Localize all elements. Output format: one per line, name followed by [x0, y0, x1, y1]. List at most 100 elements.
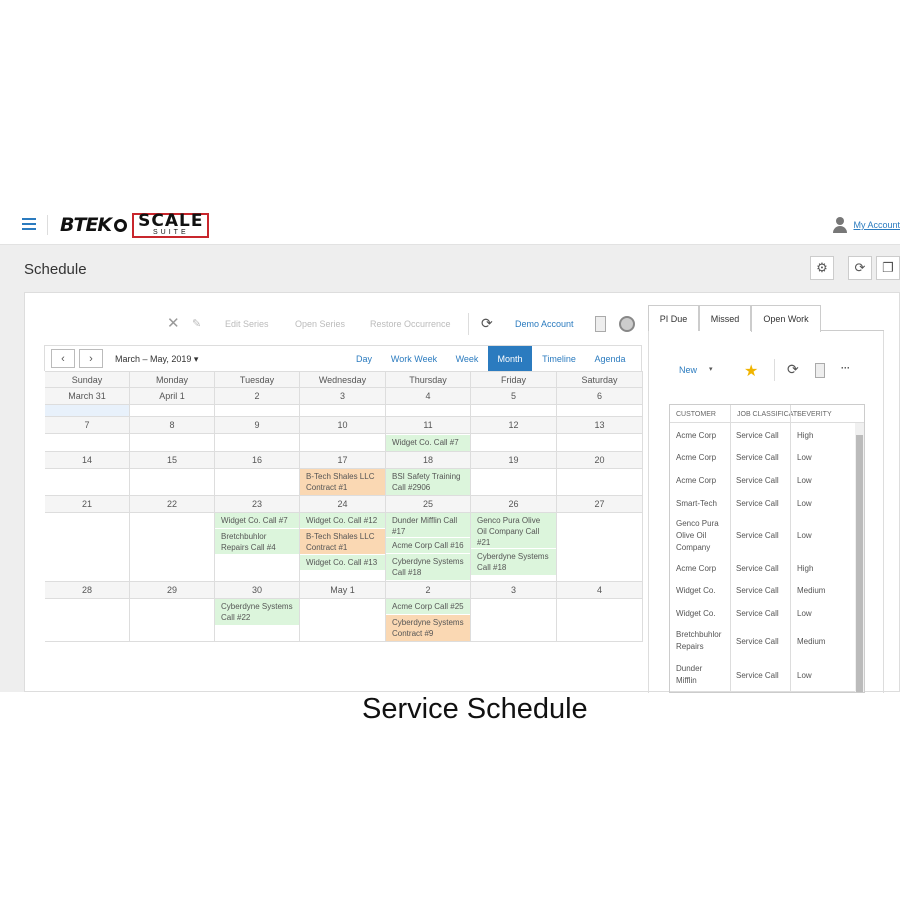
next-button[interactable]: › — [79, 349, 103, 368]
day-cell[interactable] — [557, 434, 643, 452]
calendar-event[interactable]: Acme Corp Call #16 — [386, 538, 470, 553]
view-work-week[interactable]: Work Week — [383, 346, 445, 371]
day-cell[interactable] — [130, 405, 215, 417]
day-number[interactable]: May 1 — [300, 582, 386, 599]
pencil-icon[interactable]: ✎ — [192, 317, 201, 330]
calendar-event[interactable]: Widget Co. Call #13 — [300, 555, 385, 570]
hamburger-menu-icon[interactable] — [22, 218, 36, 230]
calendar-event[interactable]: Cyberdyne Systems Call #18 — [386, 554, 470, 580]
day-cell[interactable] — [215, 469, 300, 496]
calendar-event[interactable]: Dunder Mifflin Call #17 — [386, 513, 470, 537]
day-number[interactable]: 2 — [215, 388, 300, 405]
popout-button[interactable]: ❐ — [876, 256, 900, 280]
day-number[interactable]: 9 — [215, 417, 300, 434]
new-button[interactable]: New — [679, 365, 697, 375]
day-number[interactable]: 10 — [300, 417, 386, 434]
day-number[interactable]: 21 — [45, 496, 130, 513]
date-range-picker[interactable]: March – May, 2019 ▾ — [115, 354, 198, 365]
open-series-button[interactable]: Open Series — [295, 319, 345, 329]
day-number[interactable]: 28 — [45, 582, 130, 599]
day-cell[interactable] — [300, 434, 386, 452]
more-icon[interactable]: ··· — [841, 363, 850, 373]
app-logo[interactable]: BTEK SCALE SUITE — [60, 212, 210, 238]
document-icon[interactable] — [595, 316, 606, 332]
day-number[interactable]: 22 — [130, 496, 215, 513]
refresh-icon[interactable]: ⟳ — [787, 361, 799, 378]
settings-button[interactable]: ⚙ — [810, 256, 834, 280]
day-number[interactable]: 29 — [130, 582, 215, 599]
day-number[interactable]: 11 — [386, 417, 471, 434]
day-number[interactable]: 26 — [471, 496, 557, 513]
table-row[interactable]: Acme Corp Service Call High — [670, 425, 854, 447]
tab-open-work[interactable]: Open Work — [751, 305, 821, 332]
refresh-icon[interactable]: ⟳ — [481, 315, 493, 332]
view-day[interactable]: Day — [347, 346, 381, 371]
day-number[interactable]: 4 — [557, 582, 643, 599]
day-number[interactable]: 8 — [130, 417, 215, 434]
day-number[interactable]: 30 — [215, 582, 300, 599]
calendar-event[interactable]: Widget Co. Call #7 — [215, 513, 299, 528]
day-cell[interactable] — [45, 599, 130, 642]
star-icon[interactable]: ★ — [744, 361, 758, 381]
demo-account-link[interactable]: Demo Account — [515, 319, 574, 329]
view-agenda[interactable]: Agenda — [585, 346, 635, 371]
day-cell[interactable] — [471, 599, 557, 642]
table-row[interactable]: Acme Corp Service Call High — [670, 558, 854, 580]
view-timeline[interactable]: Timeline — [535, 346, 583, 371]
globe-icon[interactable] — [619, 316, 635, 332]
day-number[interactable]: 20 — [557, 452, 643, 469]
calendar-event[interactable]: BSI Safety Training Call #2906 — [386, 469, 470, 495]
edit-series-button[interactable]: Edit Series — [225, 319, 269, 329]
day-cell[interactable] — [557, 405, 643, 417]
calendar-event[interactable]: Cyberdyne Systems Call #22 — [215, 599, 299, 625]
day-cell[interactable] — [471, 434, 557, 452]
calendar-event[interactable]: Acme Corp Call #25 — [386, 599, 470, 614]
day-cell[interactable] — [130, 469, 215, 496]
table-row[interactable]: Dunder Mifflin Service Call Low — [670, 659, 854, 692]
day-cell-selected[interactable] — [45, 405, 130, 417]
restore-occurrence-button[interactable]: Restore Occurrence — [370, 319, 451, 329]
day-number[interactable]: 7 — [45, 417, 130, 434]
calendar-event[interactable]: B-Tech Shales LLC Contract #1 — [300, 469, 385, 495]
day-number[interactable]: 3 — [471, 582, 557, 599]
day-number[interactable]: 13 — [557, 417, 643, 434]
column-header[interactable]: SEVERITY — [797, 411, 832, 418]
day-number[interactable]: 19 — [471, 452, 557, 469]
table-row[interactable]: Genco Pura Olive Oil Company Service Cal… — [670, 514, 854, 558]
day-number[interactable]: 27 — [557, 496, 643, 513]
day-number[interactable]: 5 — [471, 388, 557, 405]
day-cell[interactable] — [557, 599, 643, 642]
caret-down-icon[interactable]: ▾ — [709, 365, 713, 373]
view-week[interactable]: Week — [447, 346, 487, 371]
day-number[interactable]: 4 — [386, 388, 471, 405]
day-cell[interactable] — [130, 599, 215, 642]
calendar-event[interactable]: Cyberdyne Systems Contract #9 — [386, 615, 470, 641]
my-account-link[interactable]: My Account — [853, 220, 900, 230]
prev-button[interactable]: ‹ — [51, 349, 75, 368]
calendar-event[interactable]: Bretchbuhlor Repairs Call #4 — [215, 529, 299, 554]
refresh-page-button[interactable]: ⟳ — [848, 256, 872, 280]
column-header[interactable]: CUSTOMER — [676, 411, 716, 418]
view-month[interactable]: Month — [488, 346, 532, 371]
document-icon[interactable] — [815, 363, 825, 378]
scrollbar-thumb[interactable] — [856, 435, 863, 692]
tab-pi-due[interactable]: PI Due — [648, 305, 699, 331]
day-cell[interactable] — [45, 469, 130, 496]
table-row[interactable]: Acme Corp Service Call Low — [670, 469, 854, 492]
day-number[interactable]: 12 — [471, 417, 557, 434]
day-number[interactable]: 24 — [300, 496, 386, 513]
user-menu[interactable]: My Account — [833, 217, 900, 233]
day-cell[interactable] — [386, 405, 471, 417]
day-cell[interactable] — [471, 405, 557, 417]
day-number[interactable]: April 1 — [130, 388, 215, 405]
day-number[interactable]: 6 — [557, 388, 643, 405]
day-number[interactable]: 18 — [386, 452, 471, 469]
scrollbar[interactable] — [855, 423, 864, 692]
day-number[interactable]: 23 — [215, 496, 300, 513]
table-row[interactable]: Smart-Tech Service Call Low — [670, 492, 854, 514]
day-number[interactable]: 15 — [130, 452, 215, 469]
day-cell[interactable] — [300, 405, 386, 417]
day-cell[interactable] — [215, 434, 300, 452]
close-icon[interactable]: ✕ — [167, 314, 180, 332]
day-cell[interactable] — [45, 513, 130, 582]
